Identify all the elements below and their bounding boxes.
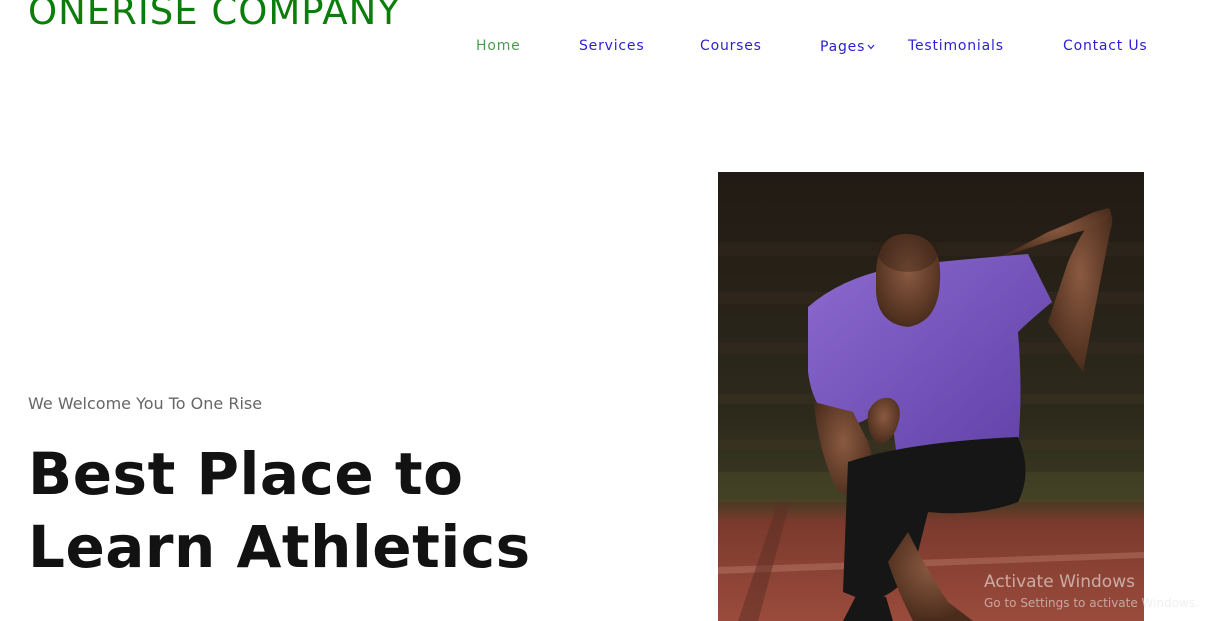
- brand-logo-text[interactable]: ONERISE COMPANY: [28, 0, 401, 33]
- nav-item-contact-us[interactable]: Contact Us: [1063, 38, 1147, 54]
- hero-title-line1: Best Place to: [28, 440, 464, 508]
- chevron-down-icon: [867, 38, 875, 54]
- hero-subtitle: We Welcome You To One Rise: [28, 394, 263, 413]
- nav-item-pages-label: Pages: [820, 39, 866, 55]
- hero-title-line2: Learn Athletics: [28, 513, 531, 581]
- nav-item-home[interactable]: Home: [476, 38, 521, 54]
- nav-item-services[interactable]: Services: [579, 38, 644, 54]
- athlete-sprinting-photo: [718, 172, 1144, 621]
- athlete-illustration: [718, 172, 1144, 621]
- nav-item-testimonials[interactable]: Testimonials: [908, 38, 1004, 54]
- hero-title: Best Place to Learn Athletics: [28, 438, 531, 584]
- nav-item-courses[interactable]: Courses: [700, 38, 762, 54]
- main-nav: Home Services Courses Pages Testimonials…: [0, 38, 1220, 58]
- page: ONERISE COMPANY Home Services Courses Pa…: [0, 0, 1220, 621]
- nav-item-pages[interactable]: Pages: [820, 38, 875, 55]
